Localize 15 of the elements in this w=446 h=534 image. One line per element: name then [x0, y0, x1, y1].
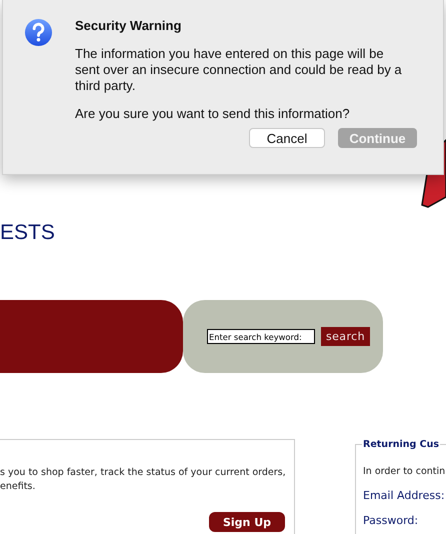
question-icon — [24, 18, 53, 47]
panel-title: Returning Cus — [362, 439, 440, 450]
cancel-button[interactable]: Cancel — [249, 128, 325, 148]
signup-text: enefits. — [0, 480, 36, 494]
search-field[interactable]: Enter search keyword: — [207, 329, 315, 344]
field-label: Email Address: — [363, 489, 446, 502]
signup-text: s you to shop faster, track the status of your current orders, — [0, 466, 287, 480]
dialog-title: Security Warning — [75, 18, 182, 34]
dialog-message: The information you have entered on this page will be sent over an insecure connection and could be read by a third party. — [75, 46, 403, 94]
intro-text: In order to contin — [363, 466, 446, 477]
search-button[interactable]: search — [321, 327, 370, 346]
page-heading: ESTS — [0, 220, 56, 246]
field-label: Password: — [363, 514, 420, 527]
sign-up-button[interactable]: Sign Up — [209, 512, 285, 532]
dialog-question: Are you sure you want to send this information? — [75, 106, 351, 122]
